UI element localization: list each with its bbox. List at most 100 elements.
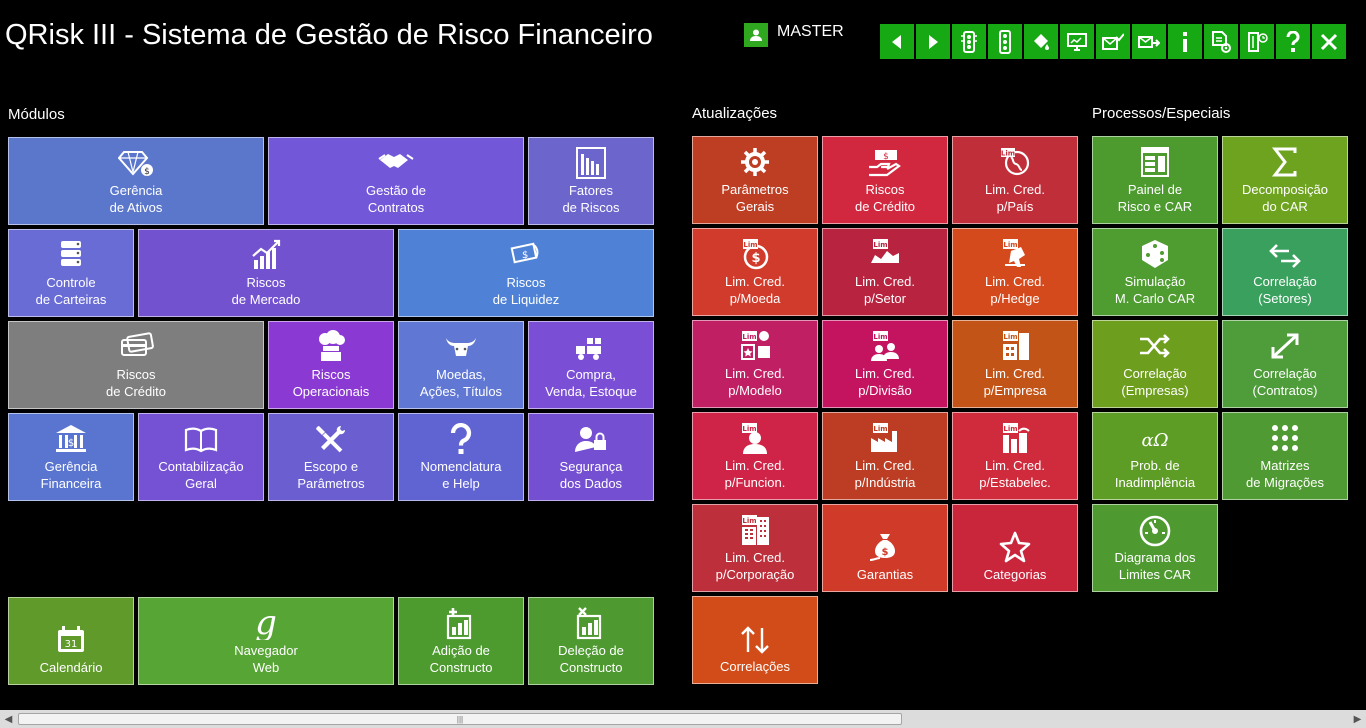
tile-riscos-de-credito[interactable]: $ Riscos de Crédito bbox=[822, 136, 948, 224]
envelope-check-icon bbox=[1102, 32, 1124, 50]
svg-text:$: $ bbox=[883, 152, 889, 162]
document-settings-button[interactable] bbox=[1204, 24, 1238, 59]
close-button[interactable] bbox=[1312, 24, 1346, 59]
tile-label: Lim. Cred. p/Hedge bbox=[985, 274, 1045, 306]
tile-correlacoes[interactable]: Correlações bbox=[692, 596, 818, 684]
tile-nomenclatura-help[interactable]: Nomenclatura e Help bbox=[398, 413, 524, 501]
svg-text:g: g bbox=[255, 606, 277, 640]
tile-navegador-web[interactable]: g Navegador Web bbox=[138, 597, 394, 685]
tile-lim-estabelec[interactable]: Lim Lim. Cred. p/Estabelec. bbox=[952, 412, 1078, 500]
tile-riscos-credito[interactable]: Riscos de Crédito bbox=[8, 321, 264, 409]
scroll-left-icon[interactable]: ◀ bbox=[0, 710, 17, 728]
tile-lim-industria[interactable]: Lim Lim. Cred. p/Indústria bbox=[822, 412, 948, 500]
tile-lim-moeda[interactable]: $ Lim Lim. Cred. p/Moeda bbox=[692, 228, 818, 316]
forward-button[interactable] bbox=[916, 24, 950, 59]
tile-diagrama-limites[interactable]: Diagrama dos Limites CAR bbox=[1092, 504, 1218, 592]
tools-icon bbox=[311, 422, 351, 456]
tile-garantias[interactable]: $ Garantias bbox=[822, 504, 948, 592]
scrollbar-thumb[interactable]: ||| bbox=[18, 713, 902, 725]
tile-label: Escopo e Parâmetros bbox=[297, 459, 365, 491]
tile-calendario[interactable]: 31 Calendário bbox=[8, 597, 134, 685]
tile-label: Lim. Cred. p/País bbox=[985, 182, 1045, 214]
tile-adicao-constructo[interactable]: Adição de Constructo bbox=[398, 597, 524, 685]
database-icon bbox=[51, 238, 91, 272]
tile-label: Riscos de Mercado bbox=[231, 275, 301, 307]
tile-contabilizacao-geral[interactable]: Contabilização Geral bbox=[138, 413, 264, 501]
tile-parametros-gerais[interactable]: Parâmetros Gerais bbox=[692, 136, 818, 224]
book-icon bbox=[181, 422, 221, 456]
tile-lim-corporacao[interactable]: Lim Lim. Cred. p/Corporação bbox=[692, 504, 818, 592]
traffic-light-outline-icon bbox=[999, 29, 1011, 54]
svg-text:$: $ bbox=[144, 167, 150, 177]
mail-forward-button[interactable] bbox=[1132, 24, 1166, 59]
tile-lim-hedge[interactable]: Lim Lim. Cred. p/Hedge bbox=[952, 228, 1078, 316]
tile-gestao-contratos[interactable]: Gestão de Contratos bbox=[268, 137, 524, 225]
traffic-light-button[interactable] bbox=[952, 24, 986, 59]
tile-label: Lim. Cred. p/Moeda bbox=[725, 274, 785, 306]
tile-decomposicao-car[interactable]: Decomposição do CAR bbox=[1222, 136, 1348, 224]
traffic-light-outline-button[interactable] bbox=[988, 24, 1022, 59]
tile-correlacao-contratos[interactable]: Correlação (Contratos) bbox=[1222, 320, 1348, 408]
tile-label: Correlação (Contratos) bbox=[1252, 366, 1318, 398]
tile-lim-empresa[interactable]: Lim Lim. Cred. p/Empresa bbox=[952, 320, 1078, 408]
tile-categorias[interactable]: Categorias bbox=[952, 504, 1078, 592]
tile-lim-setor[interactable]: Lim Lim. Cred. p/Setor bbox=[822, 228, 948, 316]
scroll-right-icon[interactable]: ▶ bbox=[1349, 710, 1366, 728]
tile-prob-inadimplencia[interactable]: αΩ Prob. de Inadimplência bbox=[1092, 412, 1218, 500]
help-button[interactable] bbox=[1276, 24, 1310, 59]
tile-riscos-operacionais[interactable]: Riscos Operacionais bbox=[268, 321, 394, 409]
tile-lim-funcion[interactable]: Lim Lim. Cred. p/Funcion. bbox=[692, 412, 818, 500]
tile-correlacao-empresas[interactable]: Correlação (Empresas) bbox=[1092, 320, 1218, 408]
tile-simulacao-carlo[interactable]: Simulação M. Carlo CAR bbox=[1092, 228, 1218, 316]
sigma-icon bbox=[1265, 145, 1305, 179]
expand-icon bbox=[1265, 329, 1305, 363]
tile-label: Lim. Cred. p/Estabelec. bbox=[979, 458, 1051, 490]
dice-icon bbox=[1135, 237, 1175, 271]
tile-gerencia-financeira[interactable]: $ Gerência Financeira bbox=[8, 413, 134, 501]
tile-label: Controle de Carteiras bbox=[35, 275, 107, 307]
question-icon bbox=[441, 422, 481, 456]
tile-correlacao-setores[interactable]: Correlação (Setores) bbox=[1222, 228, 1348, 316]
tile-label: Gerência Financeira bbox=[40, 459, 102, 491]
money-bag-icon: $ bbox=[865, 530, 905, 564]
tile-label: Segurança dos Dados bbox=[559, 459, 623, 491]
tile-painel-risco[interactable]: Painel de Risco e CAR bbox=[1092, 136, 1218, 224]
back-button[interactable] bbox=[880, 24, 914, 59]
tile-label: Simulação M. Carlo CAR bbox=[1114, 274, 1196, 306]
monitor-button[interactable] bbox=[1060, 24, 1094, 59]
mail-check-button[interactable] bbox=[1096, 24, 1130, 59]
tile-label: Compra, Venda, Estoque bbox=[545, 367, 637, 399]
truck-icon bbox=[571, 330, 611, 364]
tile-riscos-liquidez[interactable]: $ Riscos de Liquidez bbox=[398, 229, 654, 317]
tile-label: Contabilização Geral bbox=[158, 459, 244, 491]
exit-button[interactable] bbox=[1240, 24, 1274, 59]
gauge-icon bbox=[1135, 513, 1175, 547]
svg-text:$: $ bbox=[522, 250, 528, 261]
tile-fatores-riscos[interactable]: Fatores de Riscos bbox=[528, 137, 654, 225]
sort-arrows-icon bbox=[735, 622, 775, 656]
tile-lim-divisao[interactable]: Lim Lim. Cred. p/Divisão bbox=[822, 320, 948, 408]
user-lock-icon bbox=[571, 422, 611, 456]
user-badge[interactable]: MASTER bbox=[744, 23, 844, 47]
tile-label: Deleção de Constructo bbox=[558, 643, 624, 675]
tile-label: Calendário bbox=[39, 660, 103, 675]
tile-compra-venda[interactable]: Compra, Venda, Estoque bbox=[528, 321, 654, 409]
help-icon bbox=[1286, 30, 1300, 52]
tile-delecao-constructo[interactable]: Deleção de Constructo bbox=[528, 597, 654, 685]
svg-text:Lim: Lim bbox=[743, 241, 757, 249]
info-button[interactable] bbox=[1168, 24, 1202, 59]
alpha-omega-icon: αΩ bbox=[1135, 421, 1175, 455]
tile-gerencia-ativos[interactable]: $ Gerência de Ativos bbox=[8, 137, 264, 225]
tile-seguranca-dados[interactable]: Segurança dos Dados bbox=[528, 413, 654, 501]
tile-escopo-parametros[interactable]: Escopo e Parâmetros bbox=[268, 413, 394, 501]
tile-riscos-mercado[interactable]: Riscos de Mercado bbox=[138, 229, 394, 317]
info-icon bbox=[1183, 31, 1187, 52]
tile-controle-carteiras[interactable]: Controle de Carteiras bbox=[8, 229, 134, 317]
tile-matrizes-migracoes[interactable]: Matrizes de Migrações bbox=[1222, 412, 1348, 500]
horizontal-scrollbar[interactable]: ◀ ||| ▶ bbox=[0, 710, 1366, 728]
money-flow-icon: $ bbox=[506, 238, 546, 272]
tile-lim-pais[interactable]: Lim Lim. Cred. p/País bbox=[952, 136, 1078, 224]
tile-moedas-acoes[interactable]: Moedas, Ações, Títulos bbox=[398, 321, 524, 409]
paint-button[interactable] bbox=[1024, 24, 1058, 59]
tile-lim-modelo[interactable]: Lim Lim. Cred. p/Modelo bbox=[692, 320, 818, 408]
